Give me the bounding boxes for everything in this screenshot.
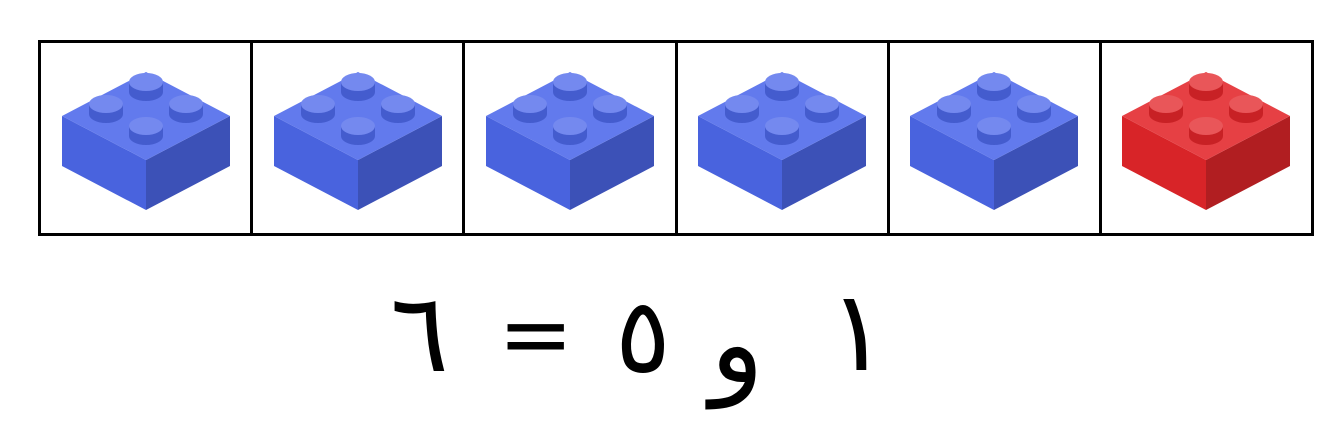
brick-stud <box>1149 95 1184 123</box>
brick-stud <box>340 73 375 101</box>
brick-stud <box>1189 117 1224 145</box>
brick-cell-5 <box>886 43 1099 233</box>
equation-equals-sign: = <box>498 282 574 387</box>
equation-result: ٦ <box>390 269 450 397</box>
brick-stud <box>128 117 163 145</box>
brick-stud <box>937 95 972 123</box>
brick-stud <box>1229 95 1264 123</box>
brick-stud <box>380 95 415 123</box>
brick-cell-3 <box>462 43 674 233</box>
equation-conjunction: و <box>710 279 765 409</box>
lego-brick-2 <box>273 72 442 210</box>
lego-brick-3 <box>485 72 654 210</box>
lego-brick-4 <box>698 72 867 210</box>
lego-brick-6 <box>1122 72 1291 210</box>
brick-stud <box>805 95 840 123</box>
lego-brick-5 <box>910 72 1079 210</box>
brick-cell-1 <box>41 43 250 233</box>
brick-stud <box>592 95 627 123</box>
brick-stud <box>1017 95 1052 123</box>
brick-stud <box>977 117 1012 145</box>
brick-stud <box>512 95 547 123</box>
brick-stud <box>1189 73 1224 101</box>
brick-stud <box>765 117 800 145</box>
equation-addend-five: ٥ <box>615 275 671 397</box>
equation: ٦ = ٥ و ١ <box>360 270 920 410</box>
brick-stud <box>168 95 203 123</box>
brick-stud <box>552 117 587 145</box>
equation-addend-one: ١ <box>828 267 889 397</box>
brick-stud <box>725 95 760 123</box>
brick-cell-6 <box>1098 43 1311 233</box>
brick-strip <box>38 40 1314 236</box>
brick-stud <box>340 117 375 145</box>
brick-stud <box>300 95 335 123</box>
brick-stud <box>552 73 587 101</box>
brick-stud <box>128 73 163 101</box>
brick-stud <box>765 73 800 101</box>
lego-brick-1 <box>61 72 230 210</box>
brick-stud <box>88 95 123 123</box>
brick-cell-4 <box>674 43 887 233</box>
brick-cell-2 <box>250 43 462 233</box>
brick-stud <box>977 73 1012 101</box>
